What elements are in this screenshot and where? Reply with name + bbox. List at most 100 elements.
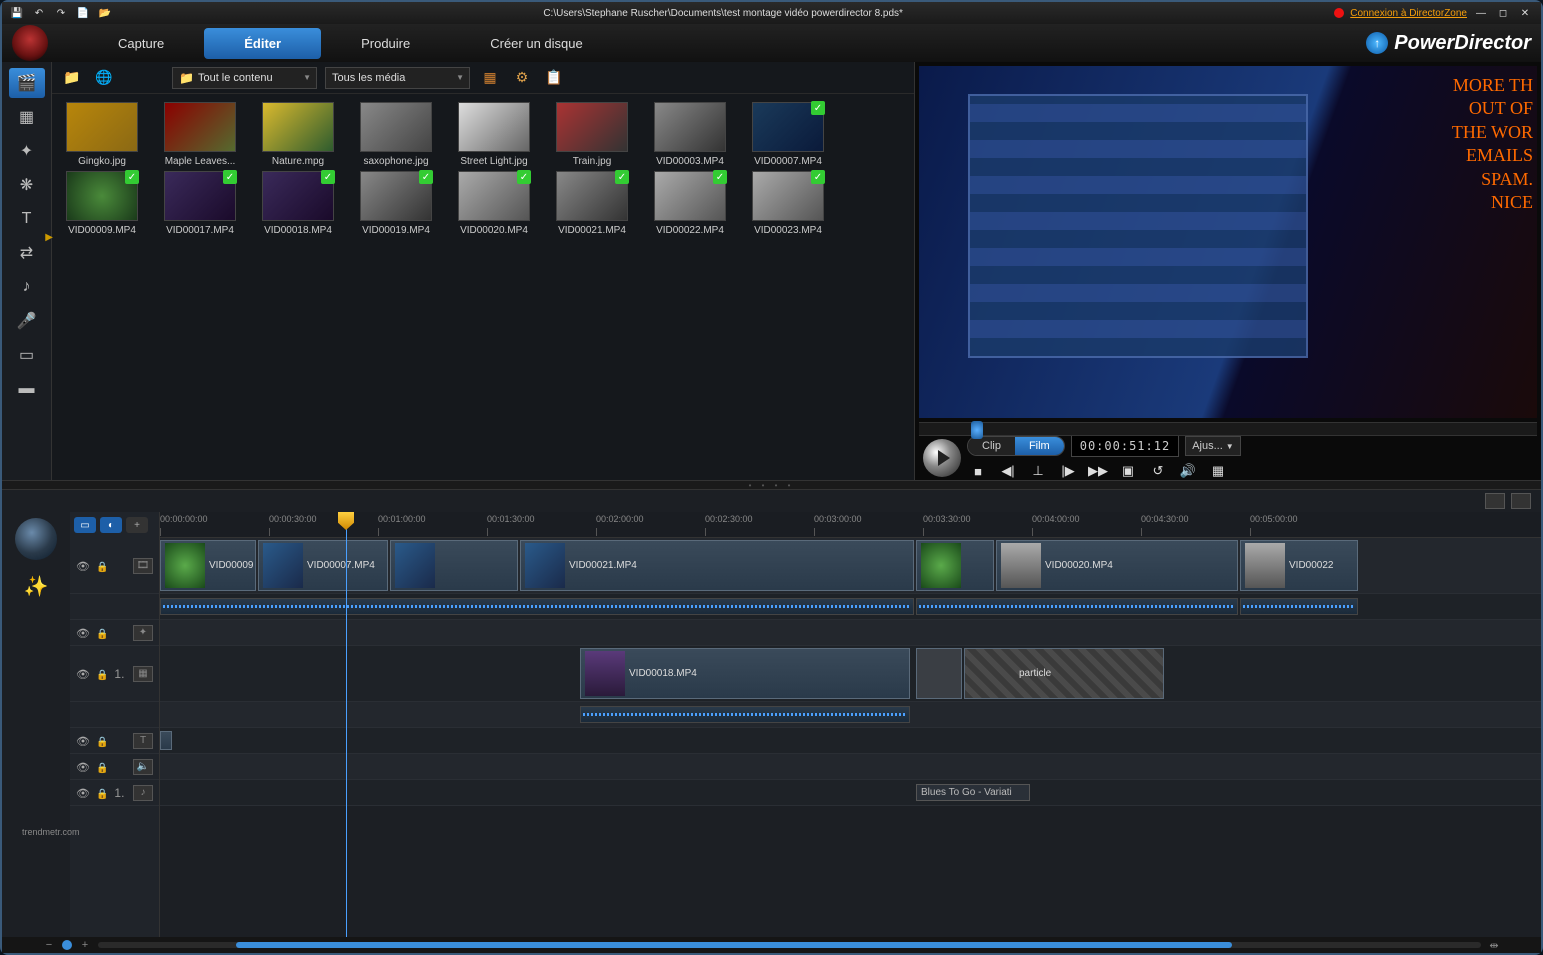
media-item[interactable]: ✓VID00023.MP4 — [744, 171, 832, 236]
zoom-out-button[interactable]: − — [42, 938, 56, 952]
horizontal-splitter[interactable] — [2, 480, 1541, 490]
media-thumbnail[interactable] — [458, 102, 530, 152]
view-details-icon[interactable]: ⚙ — [510, 67, 534, 89]
music-clip[interactable]: Blues To Go - Variati — [916, 784, 1030, 801]
media-item[interactable]: ✓VID00022.MP4 — [646, 171, 734, 236]
room-audio[interactable]: ♪ — [9, 272, 45, 302]
stop-button[interactable]: ■ — [967, 461, 989, 481]
track-head-title[interactable]: T — [70, 728, 159, 754]
track-voice[interactable] — [160, 754, 1541, 780]
media-thumbnail[interactable]: ✓ — [752, 102, 824, 152]
media-item[interactable]: Nature.mpg — [254, 102, 342, 167]
timeline-clip[interactable]: VID00021.MP4 — [520, 540, 914, 591]
audio-waveform[interactable] — [160, 598, 914, 615]
timeline-clip[interactable]: VID00018.MP4 — [580, 648, 910, 699]
loop-button[interactable]: ↺ — [1147, 461, 1169, 481]
directorzone-link[interactable]: Connexion à DirectorZone — [1350, 8, 1467, 19]
audio-waveform[interactable] — [916, 598, 1238, 615]
track-head-audio1[interactable] — [70, 594, 159, 620]
fast-forward-button[interactable]: ▶▶ — [1087, 461, 1109, 481]
step-button[interactable]: ⊥ — [1027, 461, 1049, 481]
media-thumbnail[interactable] — [262, 102, 334, 152]
library-menu-icon[interactable]: 📋 — [542, 67, 566, 89]
rail-expand-icon[interactable]: ▶ — [45, 232, 53, 243]
timeline-clip[interactable]: VID00009 — [160, 540, 256, 591]
track-head-pip1-audio[interactable] — [70, 702, 159, 728]
timeline-scrollbar[interactable]: − + ⇹ — [2, 937, 1541, 953]
room-subtitle[interactable]: ▬ — [9, 374, 45, 404]
timeline-ruler[interactable]: 00:00:00:0000:00:30:0000:01:00:0000:01:3… — [160, 512, 1541, 538]
tab-edit[interactable]: Éditer — [204, 28, 321, 59]
new-icon[interactable]: 📄 — [76, 6, 90, 20]
redo-icon[interactable]: ↷ — [54, 6, 68, 20]
media-thumbnail[interactable]: ✓ — [66, 171, 138, 221]
prev-frame-button[interactable]: ◀| — [997, 461, 1019, 481]
zoom-indicator[interactable] — [62, 940, 72, 950]
media-thumbnail[interactable] — [164, 102, 236, 152]
track-head-fx[interactable]: ✦ — [70, 620, 159, 646]
room-media[interactable]: 🎬 — [9, 68, 45, 98]
track-title[interactable] — [160, 728, 1541, 754]
quality-button[interactable]: ▦ — [1207, 461, 1229, 481]
preview-scrubber[interactable] — [919, 422, 1537, 436]
track-pip1[interactable]: VID00018.MP4 particle — [160, 646, 1541, 702]
media-thumbnail[interactable]: ✓ — [164, 171, 236, 221]
particle-clip[interactable]: particle — [964, 648, 1164, 699]
media-item[interactable]: ✓VID00007.MP4 — [744, 102, 832, 167]
undo-icon[interactable]: ↶ — [32, 6, 46, 20]
close-button[interactable]: ✕ — [1517, 6, 1533, 20]
track-pip1-audio[interactable] — [160, 702, 1541, 728]
track-head-music[interactable]: 1.♪ — [70, 780, 159, 806]
timeline-tracks[interactable]: 00:00:00:0000:00:30:0000:01:00:0000:01:3… — [160, 512, 1541, 937]
media-item[interactable]: saxophone.jpg — [352, 102, 440, 167]
media-item[interactable]: ✓VID00017.MP4 — [156, 171, 244, 236]
timeline-mode-video[interactable]: ▭ — [74, 517, 96, 533]
media-thumbnail[interactable]: ✓ — [262, 171, 334, 221]
minimize-button[interactable]: — — [1473, 6, 1489, 20]
zoom-in-button[interactable]: + — [78, 938, 92, 952]
room-title[interactable]: T — [9, 204, 45, 234]
media-item[interactable]: VID00003.MP4 — [646, 102, 734, 167]
timeline-clip[interactable]: VID00007.MP4 — [258, 540, 388, 591]
fit-select[interactable]: Ajus...▼ — [1185, 436, 1241, 456]
folder-filter-select[interactable]: Tout le contenu — [172, 67, 317, 89]
room-voice[interactable]: 🎤 — [9, 306, 45, 336]
timeline-clip[interactable] — [916, 648, 962, 699]
timeline-clip[interactable]: VID00022 — [1240, 540, 1358, 591]
track-head-video1[interactable]: 🎞 — [70, 538, 159, 594]
media-thumbnail[interactable] — [360, 102, 432, 152]
magic-tools-button[interactable]: ✨ — [22, 572, 50, 600]
open-icon[interactable]: 📂 — [98, 6, 112, 20]
preview-canvas[interactable]: MORE TH OUT OF THE WOR EMAILS SPAM. NICE — [919, 66, 1537, 418]
media-item[interactable]: ✓VID00019.MP4 — [352, 171, 440, 236]
import-web-icon[interactable]: 🌐 — [92, 67, 116, 89]
preview-mode-toggle[interactable]: Clip Film — [967, 436, 1065, 456]
room-chapter[interactable]: ▭ — [9, 340, 45, 370]
timeline-view-button[interactable] — [1485, 493, 1505, 509]
tab-capture[interactable]: Capture — [78, 28, 204, 59]
scroll-thumb[interactable] — [236, 942, 1232, 948]
mode-film[interactable]: Film — [1015, 437, 1064, 455]
media-filter-select[interactable]: Tous les média — [325, 67, 470, 89]
mode-clip[interactable]: Clip — [968, 437, 1015, 455]
media-thumbnail[interactable]: ✓ — [556, 171, 628, 221]
track-head-voice[interactable]: 🔈 — [70, 754, 159, 780]
magic-wizard-button[interactable] — [15, 518, 57, 560]
media-item[interactable]: Street Light.jpg — [450, 102, 538, 167]
tab-disc[interactable]: Créer un disque — [450, 28, 623, 59]
import-folder-icon[interactable]: 📁 — [60, 67, 84, 89]
media-thumbnail[interactable] — [556, 102, 628, 152]
view-thumbnails-icon[interactable]: ▦ — [478, 67, 502, 89]
timeline-clip[interactable] — [390, 540, 518, 591]
maximize-button[interactable]: ◻ — [1495, 6, 1511, 20]
media-thumbnail[interactable]: ✓ — [360, 171, 432, 221]
media-item[interactable]: Train.jpg — [548, 102, 636, 167]
media-thumbnail[interactable]: ✓ — [752, 171, 824, 221]
app-logo-icon[interactable] — [12, 25, 48, 61]
room-particle[interactable]: ❋ — [9, 170, 45, 200]
room-transition[interactable]: ⇄ — [9, 238, 45, 268]
track-fx[interactable] — [160, 620, 1541, 646]
track-head-pip1[interactable]: 1.▦ — [70, 646, 159, 702]
timeline-clip[interactable] — [916, 540, 994, 591]
room-pip[interactable]: ✦ — [9, 136, 45, 166]
